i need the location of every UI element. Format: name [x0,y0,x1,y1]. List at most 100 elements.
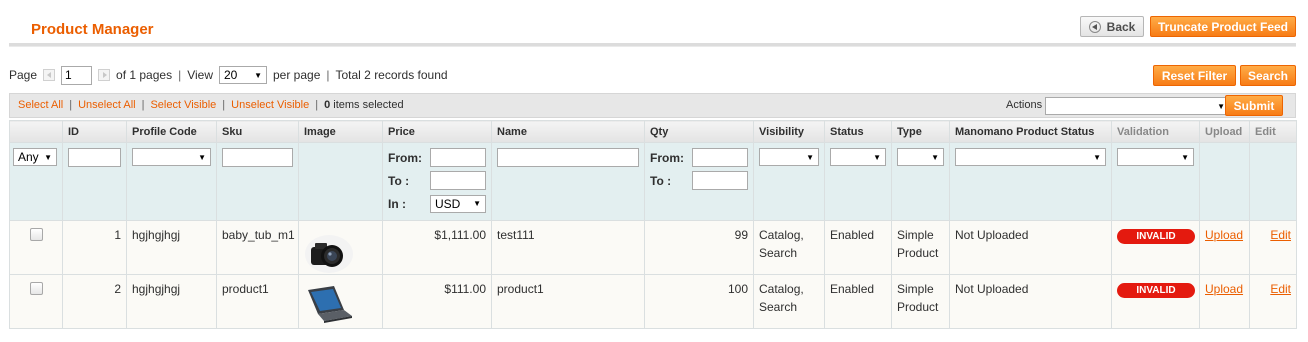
select-all-link[interactable]: Select All [18,99,63,111]
actions-select[interactable]: ▼ [1045,97,1230,115]
back-button[interactable]: Back [1080,16,1144,37]
massaction-separator: | [315,99,319,111]
cell-status: Enabled [824,220,892,275]
qty-from-label: From: [650,150,684,165]
qty-to-input[interactable] [692,171,748,190]
header-visibility[interactable]: Visibility [753,120,825,143]
previous-page-icon[interactable] [43,69,56,81]
cell-price: $1,111.00 [382,220,492,275]
per-page-label: per page [273,68,321,82]
header-name[interactable]: Name [491,120,645,143]
header-validation: Validation [1111,120,1200,143]
truncate-product-feed-button[interactable]: Truncate Product Feed [1150,16,1296,37]
pager-separator: | [178,68,182,82]
massaction-separator: | [69,99,73,111]
header-price[interactable]: Price [382,120,492,143]
type-line: Product [897,246,939,260]
cell-name: test111 [491,220,645,275]
price-to-input[interactable] [430,171,486,190]
cell-qty: 99 [644,220,754,275]
price-from-label: From: [388,150,422,165]
header-massaction [9,120,63,143]
validation-badge[interactable]: INVALID [1117,229,1195,244]
type-filter-select[interactable]: ▼ [897,148,944,166]
back-arrow-icon [1088,20,1101,33]
products-grid: ID Profile Code Sku Image Price Name Qty… [9,120,1297,329]
chevron-down-icon: ▼ [198,152,206,162]
cell-profile-code: hgjhgjhgj [126,274,217,329]
select-visible-link[interactable]: Select Visible [150,99,216,111]
header-image[interactable]: Image [298,120,383,143]
row-checkbox[interactable] [29,282,43,295]
price-to-label: To : [388,173,410,188]
cell-visibility: Catalog, Search [753,274,825,329]
name-filter-input[interactable] [497,148,639,167]
header-divider [9,43,1296,47]
manomano-status-filter-select[interactable]: ▼ [955,148,1106,166]
profile-code-filter-select[interactable]: ▼ [132,148,211,166]
upload-link[interactable]: Upload [1205,228,1243,242]
unselect-visible-link[interactable]: Unselect Visible [231,99,309,111]
cell-sku: product1 [216,274,299,329]
header-status[interactable]: Status [824,120,892,143]
page-label: Page [9,68,38,82]
cell-profile-code: hgjhgjhgj [126,220,217,275]
header-profile-code[interactable]: Profile Code [126,120,217,143]
page-number-input[interactable] [61,65,93,85]
header-sku[interactable]: Sku [216,120,299,143]
cell-name: product1 [491,274,645,329]
upload-link[interactable]: Upload [1205,282,1243,296]
visibility-filter-select[interactable]: ▼ [759,148,819,166]
validation-badge[interactable]: INVALID [1117,283,1195,298]
camera-image [304,230,354,274]
status-filter-select[interactable]: ▼ [830,148,886,166]
visibility-line: Search [759,246,798,260]
next-page-icon[interactable] [98,69,111,81]
cell-id: 1 [62,220,127,275]
currency-select[interactable]: USD ▼ [430,194,486,213]
per-page-value: 20 [224,68,238,82]
qty-from-input[interactable] [692,148,748,167]
currency-label: In : [388,196,406,211]
type-line: Simple [897,228,934,242]
chevron-down-icon: ▼ [1093,152,1101,162]
cell-qty: 100 [644,274,754,329]
actions-label: Actions [1006,99,1043,111]
search-button[interactable]: Search [1240,65,1296,86]
pager-separator: | [326,68,330,82]
cell-type: Simple Product [891,274,950,329]
sku-filter-input[interactable] [222,148,293,167]
unselect-all-link[interactable]: Unselect All [78,99,135,111]
cell-id: 2 [62,274,127,329]
chevron-down-icon: ▼ [873,152,881,162]
visibility-line: Catalog, [759,282,804,296]
cell-sku: baby_tub_m1 [216,220,299,275]
type-line: Simple [897,282,934,296]
chevron-down-icon: ▼ [1217,101,1225,111]
cell-type: Simple Product [891,220,950,275]
chevron-down-icon: ▼ [473,199,481,208]
header-qty[interactable]: Qty [644,120,754,143]
back-button-label: Back [1106,19,1136,34]
validation-filter-select[interactable]: ▼ [1117,148,1194,166]
chevron-down-icon: ▼ [1181,152,1189,162]
header-type[interactable]: Type [891,120,950,143]
submit-button[interactable]: Submit [1225,95,1283,116]
view-label: View [187,68,213,82]
massaction-filter-select[interactable]: Any ▼ [13,148,57,166]
massaction-bar: Select All | Unselect All | Select Visib… [9,93,1296,118]
items-selected-text: 0 items selected [324,99,404,111]
edit-link[interactable]: Edit [1270,282,1291,296]
price-from-input[interactable] [430,148,486,167]
row-checkbox[interactable] [29,228,43,241]
reset-filter-button[interactable]: Reset Filter [1153,65,1236,86]
header-manomano-status[interactable]: Manomano Product Status [949,120,1112,143]
visibility-line: Search [759,300,798,314]
massaction-separator: | [222,99,226,111]
cell-status: Enabled [824,274,892,329]
edit-link[interactable]: Edit [1270,228,1291,242]
per-page-select[interactable]: 20 ▼ [219,66,267,84]
id-filter-input[interactable] [68,148,121,167]
header-id[interactable]: ID [62,120,127,143]
grid-headings: ID Profile Code Sku Image Price Name Qty… [9,120,1297,143]
